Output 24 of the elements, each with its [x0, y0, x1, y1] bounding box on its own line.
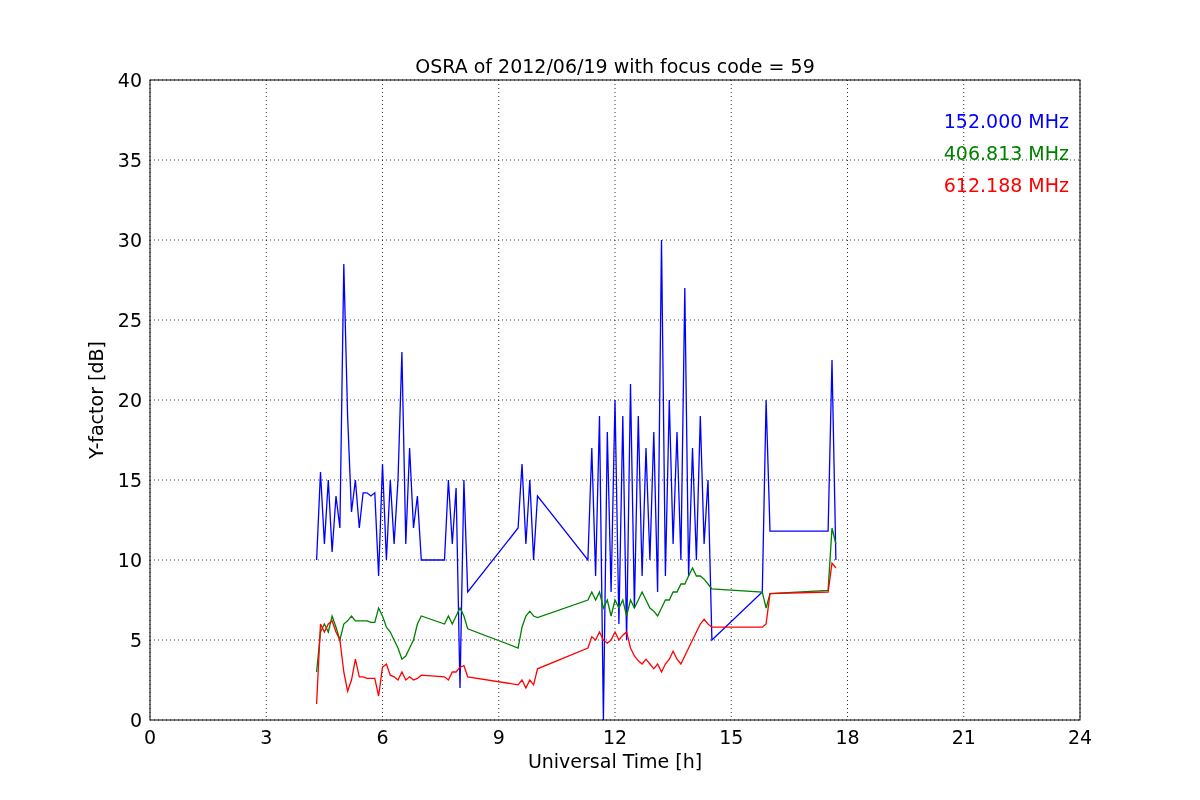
tick-label: 5 — [129, 629, 142, 651]
tick-label: 25 — [117, 309, 142, 331]
tick-label: 3 — [260, 726, 273, 748]
tick-label: 15 — [117, 469, 142, 491]
tick-label: 6 — [376, 726, 389, 748]
chart-title: OSRA of 2012/06/19 with focus code = 59 — [415, 55, 815, 77]
tick-label: 12 — [602, 726, 628, 748]
tick-label: 15 — [719, 726, 744, 748]
tick-label: 0 — [129, 709, 142, 731]
tick-label: 0 — [143, 726, 157, 748]
axis-title: Universal Time [h] — [527, 750, 703, 772]
tick-label: 35 — [117, 149, 142, 171]
tick-label: 30 — [117, 229, 142, 251]
tick-label: 9 — [492, 726, 505, 748]
legend-label: 152.000 MHz — [943, 110, 1069, 132]
tick-label: 24 — [1067, 726, 1093, 748]
tick-label: 18 — [835, 726, 860, 748]
axis-title: Y-factor [dB] — [85, 341, 107, 459]
tick-label: 40 — [117, 69, 142, 91]
tick-label: 20 — [117, 389, 142, 411]
legend-label: 406.813 MHz — [943, 142, 1069, 164]
tick-label: 10 — [117, 549, 142, 571]
tick-label: 21 — [951, 726, 976, 748]
legend-label: 612.188 MHz — [943, 174, 1069, 196]
